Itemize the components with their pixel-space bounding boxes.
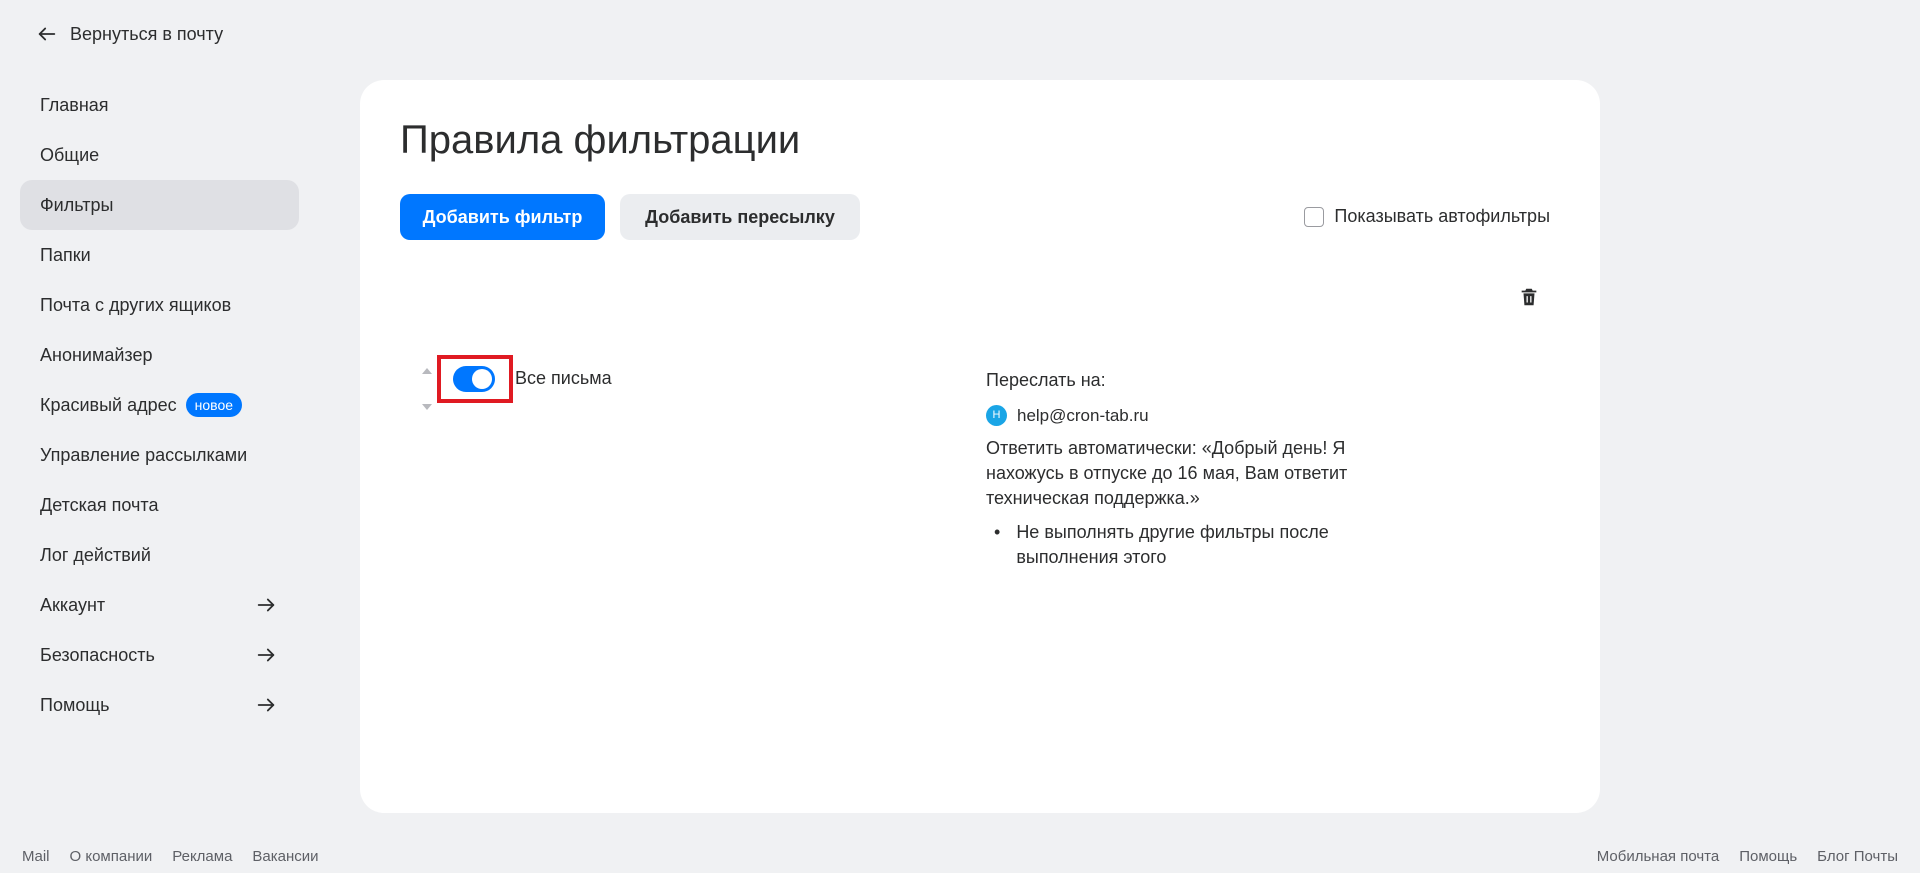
sidebar-item-label: Анонимайзер	[40, 344, 153, 365]
filter-actions: Переслать на: H help@cron-tab.ru Ответит…	[986, 368, 1406, 570]
forward-label: Переслать на:	[986, 370, 1106, 390]
arrow-right-icon	[257, 598, 275, 612]
show-autofilters-option[interactable]: Показывать автофильтры	[1304, 206, 1550, 227]
sidebar-item-label: Аккаунт	[40, 594, 106, 615]
footer-link-about[interactable]: О компании	[70, 848, 153, 865]
footer-link-mail[interactable]: Mail	[22, 848, 50, 865]
toggle-knob	[472, 369, 492, 389]
sidebar-item-label: Управление рассылками	[40, 444, 248, 465]
filter-enabled-toggle[interactable]	[453, 366, 495, 392]
forward-recipient: H help@cron-tab.ru	[986, 403, 1406, 428]
back-link-label: Вернуться в почту	[70, 23, 224, 44]
page-title: Правила фильтрации	[400, 118, 801, 162]
sidebar-item-label: Лог действий	[40, 544, 151, 565]
sidebar-item-security[interactable]: Безопасность	[20, 630, 299, 680]
add-forward-button[interactable]: Добавить пересылку	[620, 194, 860, 240]
sidebar-item-kids-mail[interactable]: Детская почта	[20, 480, 299, 530]
back-to-mail-link[interactable]: Вернуться в почту	[36, 20, 223, 48]
sidebar-item-label: Безопасность	[40, 644, 155, 665]
footer-links-left: Mail О компании Реклама Вакансии	[22, 848, 319, 865]
stop-processing-text: Не выполнять другие фильтры после выполн…	[1016, 522, 1329, 567]
sidebar-item-other-mailboxes[interactable]: Почта с других ящиков	[20, 280, 299, 330]
sidebar-item-activity-log[interactable]: Лог действий	[20, 530, 299, 580]
sidebar-item-label: Детская почта	[40, 494, 159, 515]
list-item: • Не выполнять другие фильтры после выпо…	[986, 520, 1406, 570]
move-down-icon[interactable]	[422, 404, 432, 410]
settings-sidebar: Главная Общие Фильтры Папки Почта с друг…	[20, 80, 299, 730]
footer-link-blog[interactable]: Блог Почты	[1817, 848, 1898, 865]
sidebar-item-label: Главная	[40, 94, 109, 115]
move-up-icon[interactable]	[422, 368, 432, 374]
trash-icon[interactable]	[1518, 286, 1540, 308]
sidebar-item-label: Общие	[40, 144, 100, 165]
sidebar-item-account[interactable]: Аккаунт	[20, 580, 299, 630]
sidebar-item-label: Папки	[40, 244, 91, 265]
sidebar-item-general[interactable]: Общие	[20, 130, 299, 180]
sidebar-item-label: Красивый адрес	[40, 394, 177, 415]
filters-panel: Правила фильтрации Добавить фильтр Добав…	[360, 80, 1600, 813]
sidebar-item-main[interactable]: Главная	[20, 80, 299, 130]
new-badge: новое	[185, 393, 243, 417]
show-autofilters-checkbox[interactable]	[1304, 206, 1325, 227]
footer-link-ads[interactable]: Реклама	[172, 848, 232, 865]
arrow-left-icon	[38, 27, 56, 41]
sidebar-item-filters[interactable]: Фильтры	[20, 180, 299, 230]
autoreply-text: Ответить автоматически: «Добрый день! Я …	[986, 438, 1348, 508]
sidebar-item-folders[interactable]: Папки	[20, 230, 299, 280]
sidebar-item-label: Фильтры	[40, 194, 114, 215]
filter-condition[interactable]: Все письма	[515, 368, 612, 389]
sidebar-item-label: Почта с других ящиков	[40, 294, 232, 315]
sidebar-item-label: Помощь	[40, 694, 110, 715]
arrow-right-icon	[257, 648, 275, 662]
footer-link-jobs[interactable]: Вакансии	[252, 848, 318, 865]
footer-link-mobile[interactable]: Мобильная почта	[1597, 848, 1719, 865]
arrow-right-icon	[257, 698, 275, 712]
sidebar-item-pretty-address[interactable]: Красивый адрес новое	[20, 380, 299, 430]
show-autofilters-label: Показывать автофильтры	[1334, 206, 1550, 226]
add-filter-button[interactable]: Добавить фильтр	[400, 194, 605, 240]
footer-link-help[interactable]: Помощь	[1739, 848, 1797, 865]
footer-links-right: Мобильная почта Помощь Блог Почты	[1597, 848, 1898, 865]
bullet-icon: •	[994, 522, 1001, 542]
filter-rule: Все письма Переслать на: H help@cron-tab…	[400, 280, 1550, 567]
forward-email: help@cron-tab.ru	[1017, 406, 1149, 425]
sidebar-item-newsletters[interactable]: Управление рассылками	[20, 430, 299, 480]
sidebar-item-help[interactable]: Помощь	[20, 680, 299, 730]
sidebar-item-anonymizer[interactable]: Анонимайзер	[20, 330, 299, 380]
avatar: H	[986, 405, 1007, 426]
